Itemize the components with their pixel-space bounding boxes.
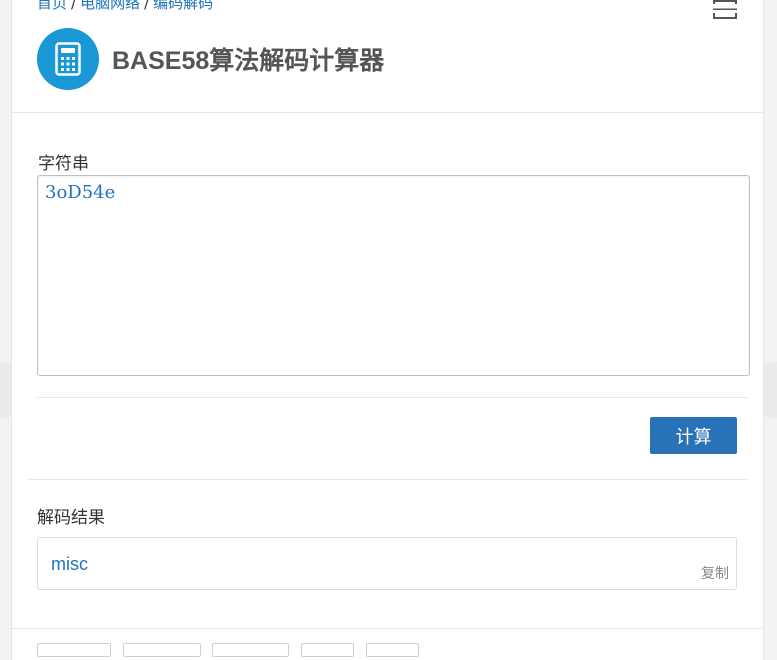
breadcrumb-subcategory[interactable]: 编码解码 [153,0,213,12]
string-input[interactable]: 3oD54e [37,175,750,376]
related-tag[interactable] [123,643,201,657]
header-divider [12,112,763,113]
calculator-card: 首页/电脑网络/编码解码 BASE58算法解码计算器 [11,0,764,660]
breadcrumb-category[interactable]: 电脑网络 [80,0,140,12]
breadcrumb: 首页/电脑网络/编码解码 [37,0,213,13]
result-box: misc 复制 [37,537,737,590]
related-tag[interactable] [37,643,111,657]
input-label: 字符串 [38,149,89,174]
calculator-icon [37,28,99,90]
related-tag[interactable] [301,643,354,657]
related-tag[interactable] [366,643,419,657]
section-divider [27,479,748,480]
result-value: misc [51,554,88,575]
breadcrumb-home[interactable]: 首页 [37,0,67,12]
page-title: BASE58算法解码计算器 [112,41,384,77]
related-tag[interactable] [212,643,289,657]
calculate-button[interactable]: 计算 [650,417,737,454]
result-label: 解码结果 [37,503,105,528]
form-divider [37,397,748,398]
breadcrumb-separator: / [140,0,153,12]
menu-icon[interactable] [711,0,739,22]
copy-button[interactable]: 复制 [701,563,729,583]
footer-divider [12,628,763,629]
breadcrumb-separator: / [67,0,80,12]
